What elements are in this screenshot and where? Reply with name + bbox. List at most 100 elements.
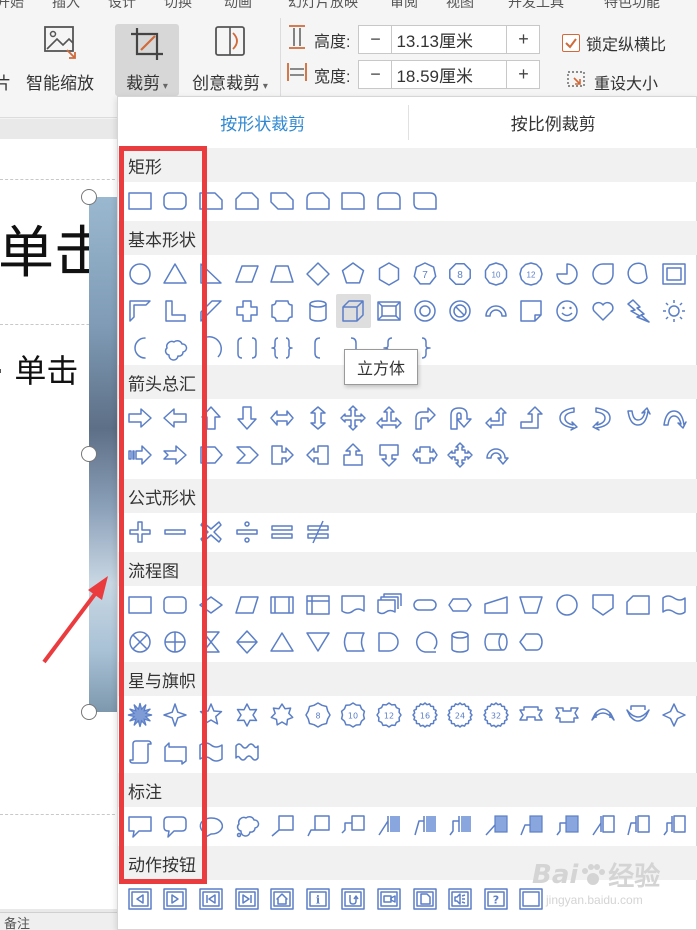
- shape-mathDivide-icon[interactable]: [229, 515, 265, 549]
- shape-lightning-icon[interactable]: [620, 294, 656, 328]
- shape-mathMultiply-icon[interactable]: [193, 515, 229, 549]
- shape-leftCallout-icon[interactable]: [300, 438, 336, 472]
- shape-actMovie-icon[interactable]: [371, 882, 407, 916]
- shape-rectCallout-icon[interactable]: [122, 809, 158, 843]
- menu-item[interactable]: 特色功能: [604, 0, 660, 8]
- shape-fcSeqAccess-icon[interactable]: [407, 625, 443, 659]
- shape-actBlank-icon[interactable]: [514, 882, 550, 916]
- shape-ellipseRibbon2-icon[interactable]: [620, 698, 656, 732]
- menu-item[interactable]: 开始: [0, 0, 24, 8]
- shape-snip1-icon[interactable]: [193, 184, 229, 218]
- shape-upArrow-icon[interactable]: [193, 401, 229, 435]
- shape-wave-icon[interactable]: [193, 735, 229, 769]
- shape-border2-icon[interactable]: [514, 809, 550, 843]
- shape-plus-icon[interactable]: [229, 294, 265, 328]
- menu-item[interactable]: 切换: [164, 0, 192, 8]
- shape-arc-icon[interactable]: [193, 331, 229, 365]
- width-increment-button[interactable]: +: [507, 61, 539, 88]
- shape-snipround-icon[interactable]: [300, 184, 336, 218]
- shape-uturnArrow-icon[interactable]: [442, 401, 478, 435]
- creative-crop-button[interactable]: 创意裁剪 ▾: [184, 24, 276, 94]
- shape-hscroll-icon[interactable]: [158, 735, 194, 769]
- shape-homePlate-icon[interactable]: [193, 438, 229, 472]
- menu-item[interactable]: 插入: [52, 0, 80, 8]
- shape-ellipseRibbon-icon[interactable]: [585, 698, 621, 732]
- shape-actSound-icon[interactable]: [442, 882, 478, 916]
- shape-line1-icon[interactable]: [264, 809, 300, 843]
- shape-heart-icon[interactable]: [585, 294, 621, 328]
- shape-actEnd-icon[interactable]: [229, 882, 265, 916]
- shape-leftRightArrow-icon[interactable]: [264, 401, 300, 435]
- shape-fcDelay-icon[interactable]: [371, 625, 407, 659]
- shape-star4b-icon[interactable]: [656, 698, 692, 732]
- shape-curvedRight-icon[interactable]: [549, 401, 585, 435]
- shape-quadCallout-icon[interactable]: [442, 438, 478, 472]
- shape-fcData-icon[interactable]: [229, 588, 265, 622]
- shape-dodecagon-icon[interactable]: 12: [514, 257, 550, 291]
- shape-actBack-icon[interactable]: [122, 882, 158, 916]
- shape-circularArrow-icon[interactable]: [478, 438, 514, 472]
- shape-foldedCorner-icon[interactable]: [514, 294, 550, 328]
- shape-noSmoking-icon[interactable]: [442, 294, 478, 328]
- shape-leftRightUpArrow-icon[interactable]: [371, 401, 407, 435]
- shape-fcManualOp-icon[interactable]: [514, 588, 550, 622]
- shape-round2same-icon[interactable]: [371, 184, 407, 218]
- shape-bevel-icon[interactable]: [371, 294, 407, 328]
- shape-chevron-icon[interactable]: [229, 438, 265, 472]
- menu-item[interactable]: 幻灯片放映: [288, 0, 358, 8]
- shape-teardrop-icon[interactable]: [585, 257, 621, 291]
- shape-bentUpArrow-icon[interactable]: [514, 401, 550, 435]
- shape-vscroll-icon[interactable]: [122, 735, 158, 769]
- shape-star4-icon[interactable]: [158, 698, 194, 732]
- shape-fcOffpage-icon[interactable]: [585, 588, 621, 622]
- shape-actHelp-icon[interactable]: ?: [478, 882, 514, 916]
- shape-ribbonUp-icon[interactable]: [514, 698, 550, 732]
- shape-roundCallout-icon[interactable]: [158, 809, 194, 843]
- shape-actReturn-icon[interactable]: [336, 882, 372, 916]
- shape-roundrect-icon[interactable]: [158, 184, 194, 218]
- shape-fcDirectAccess-icon[interactable]: [478, 625, 514, 659]
- shape-frame-icon[interactable]: [656, 257, 692, 291]
- shape-heptagon-icon[interactable]: 7: [407, 257, 443, 291]
- shape-star7-icon[interactable]: [264, 698, 300, 732]
- resize-handle[interactable]: [81, 446, 97, 462]
- shape-ellipse-icon[interactable]: [122, 257, 158, 291]
- shape-star8-icon[interactable]: 8: [300, 698, 336, 732]
- shape-ribbonDown-icon[interactable]: [549, 698, 585, 732]
- shape-upCallout-icon[interactable]: [336, 438, 372, 472]
- reset-size-button[interactable]: 重设大小: [566, 68, 658, 95]
- shape-snip2diag-icon[interactable]: [264, 184, 300, 218]
- shape-fcMagDisk-icon[interactable]: [442, 625, 478, 659]
- shape-fcMerge-icon[interactable]: [300, 625, 336, 659]
- shape-round1-icon[interactable]: [336, 184, 372, 218]
- shape-star16-icon[interactable]: 16: [407, 698, 443, 732]
- shape-bracePair-icon[interactable]: [264, 331, 300, 365]
- crop-button[interactable]: 裁剪 ▾: [115, 24, 179, 96]
- shape-curvedUp-icon[interactable]: [620, 401, 656, 435]
- shape-diagstripe-icon[interactable]: [193, 294, 229, 328]
- width-input[interactable]: 18.59厘米: [391, 61, 508, 88]
- shape-fcCard-icon[interactable]: [620, 588, 656, 622]
- shape-donut-icon[interactable]: [407, 294, 443, 328]
- resize-handle[interactable]: [81, 704, 97, 720]
- shape-rect-icon[interactable]: [122, 184, 158, 218]
- shape-fcConnector-icon[interactable]: [549, 588, 585, 622]
- shape-halfframe-icon[interactable]: [122, 294, 158, 328]
- resize-handle[interactable]: [81, 189, 97, 205]
- shape-diamond-icon[interactable]: [300, 257, 336, 291]
- shape-leftRightCallout-icon[interactable]: [407, 438, 443, 472]
- shape-corner-icon[interactable]: [158, 294, 194, 328]
- shape-mathPlus-icon[interactable]: [122, 515, 158, 549]
- shape-notchedRight-icon[interactable]: [158, 438, 194, 472]
- tab-crop-by-shape[interactable]: 按形状裁剪: [118, 97, 408, 148]
- shape-fcManualInput-icon[interactable]: [478, 588, 514, 622]
- truncated-button-label[interactable]: 片: [0, 69, 11, 94]
- shape-accentBorder1-icon[interactable]: [585, 809, 621, 843]
- shape-star10-icon[interactable]: 10: [336, 698, 372, 732]
- shape-upDownArrow-icon[interactable]: [300, 401, 336, 435]
- menu-item[interactable]: 开发工具: [508, 0, 564, 8]
- shape-accent2-icon[interactable]: [407, 809, 443, 843]
- shape-chord-icon[interactable]: [620, 257, 656, 291]
- shape-actForward-icon[interactable]: [158, 882, 194, 916]
- shape-blockArc-icon[interactable]: [478, 294, 514, 328]
